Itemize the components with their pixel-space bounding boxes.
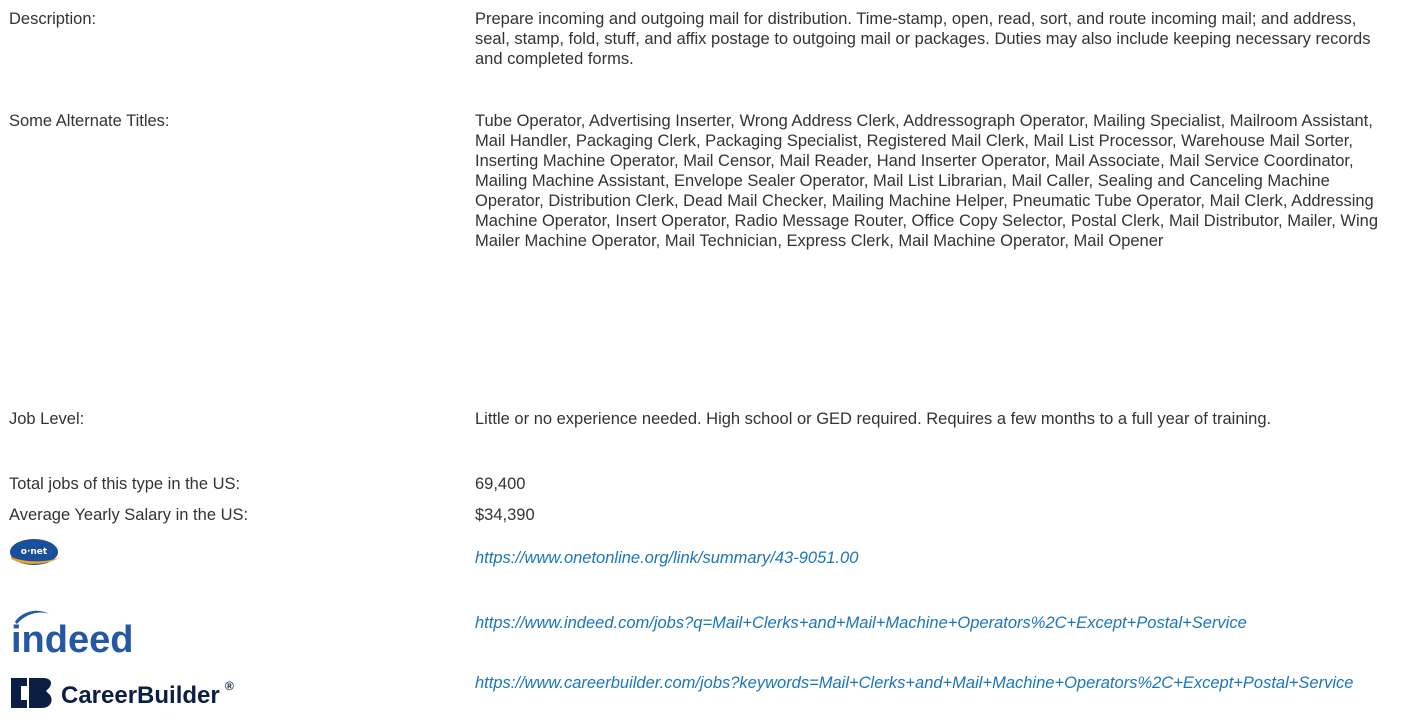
onet-link[interactable]: https://www.onetonline.org/link/summary/…	[475, 549, 858, 567]
careerbuilder-logo-icon: CareerBuilder ®	[11, 678, 234, 709]
total-jobs-label: Total jobs of this type in the US:	[9, 475, 241, 493]
svg-text:indeed: indeed	[11, 619, 133, 660]
job-details-table: Description: Prepare incoming and outgoi…	[0, 0, 1402, 728]
onet-logo-icon: o·net	[10, 539, 62, 565]
indeed-link[interactable]: https://www.indeed.com/jobs?q=Mail+Clerk…	[475, 614, 1247, 632]
careerbuilder-row: CareerBuilder ® https://www.careerbuilde…	[0, 670, 1402, 720]
alternate-titles-value: Tube Operator, Advertising Inserter, Wro…	[475, 112, 1378, 250]
description-value: Prepare incoming and outgoing mail for d…	[475, 10, 1371, 68]
svg-text:®: ®	[225, 679, 234, 693]
onet-row: o·net https://www.onetonline.org/link/su…	[0, 536, 1402, 572]
careerbuilder-link[interactable]: https://www.careerbuilder.com/jobs?keywo…	[475, 674, 1353, 692]
indeed-link-cell: https://www.indeed.com/jobs?q=Mail+Clerk…	[475, 613, 1387, 633]
careerbuilder-link-cell: https://www.careerbuilder.com/jobs?keywo…	[475, 673, 1387, 693]
salary-label: Average Yearly Salary in the US:	[9, 506, 249, 524]
salary-value: $34,390	[475, 506, 535, 524]
onet-link-cell: https://www.onetonline.org/link/summary/…	[475, 548, 1387, 568]
svg-text:o·net: o·net	[21, 547, 48, 557]
alternate-titles-label: Some Alternate Titles:	[9, 112, 170, 130]
indeed-logo-icon: indeed	[11, 610, 133, 661]
job-level-label: Job Level:	[9, 410, 85, 428]
total-jobs-value: 69,400	[475, 475, 526, 493]
description-label: Description:	[9, 10, 97, 28]
svg-text:CareerBuilder: CareerBuilder	[61, 682, 220, 709]
indeed-row: indeed https://www.indeed.com/jobs?q=Mai…	[0, 610, 1402, 663]
careerbuilder-logo: CareerBuilder ®	[9, 674, 309, 719]
indeed-logo: indeed	[9, 608, 159, 665]
job-level-value: Little or no experience needed. High sch…	[475, 410, 1272, 428]
onet-logo: o·net	[9, 536, 63, 571]
